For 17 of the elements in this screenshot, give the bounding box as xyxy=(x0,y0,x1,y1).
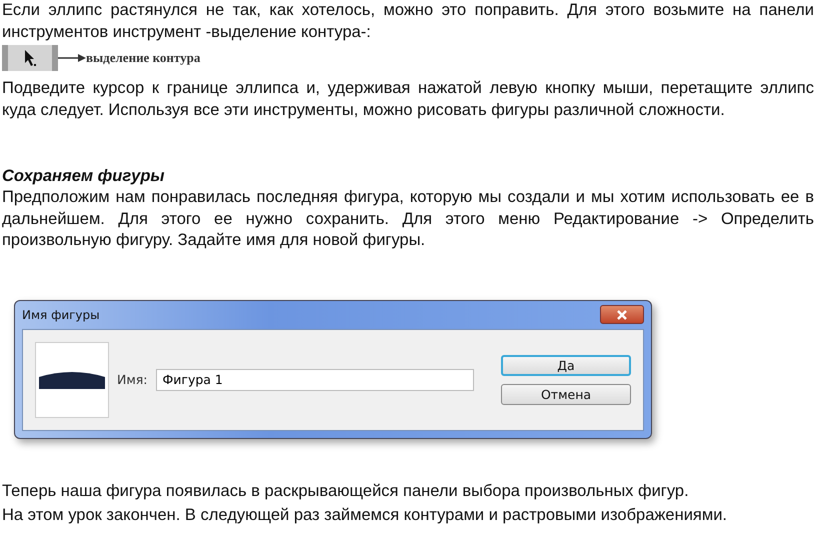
window-title: Имя фигуры xyxy=(22,308,100,322)
paragraph: Теперь наша фигура появилась в раскрывающейся панели выбора произвольных фигур. xyxy=(2,480,690,502)
dialog-button[interactable]: Отмена xyxy=(501,384,631,404)
close-icon xyxy=(617,310,627,320)
paragraph: Подведите курсор к границе эллипса и, удерживая нажатой левую кнопку мыши, перетащите эллипс куда следует. Используя все эти инструменты, можно рисовать фигуры различной сложности. xyxy=(2,78,814,120)
field-label: Имя: xyxy=(117,372,148,387)
dialog-button[interactable]: Да xyxy=(501,354,631,376)
paragraph: Если эллипс растянулся не так, как хотелось, можно это поправить. Для этого возьмите на панели инструментов инструмент -выделение контура-: xyxy=(2,0,814,42)
name-field[interactable]: Фигура 1 xyxy=(156,368,474,390)
tool-button[interactable] xyxy=(2,45,58,71)
arrow-icon xyxy=(58,54,86,62)
tool-label: выделение контура xyxy=(86,50,200,66)
cursor-icon xyxy=(23,49,37,67)
paragraph: На этом урок закончен. В следующей раз займемся контурами и растровыми изображениями. xyxy=(2,504,728,526)
paragraph: Предположим нам понравилась последняя фигура, которую мы создали и мы хотим использовать ее в дальнейшем. Для этого ее нужно сохранить. Для этого меню Редактирование -> Определить произвольную фигуру. Задайте имя для новой фигуры. xyxy=(2,187,814,251)
close-button[interactable] xyxy=(600,305,644,324)
section-heading: Сохраняем фигуры xyxy=(2,166,166,187)
